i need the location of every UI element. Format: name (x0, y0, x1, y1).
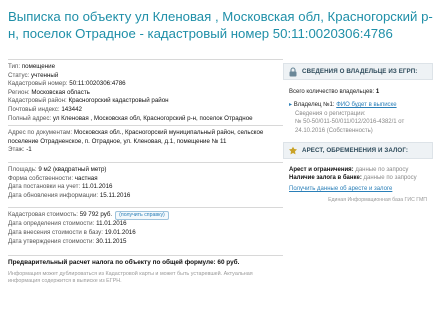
cadastral-cost-label: Кадастровая стоимость: (8, 211, 78, 219)
registration-date-label: Дата постановки на учет: (8, 183, 81, 191)
update-date-label: Дата обновления информации: (8, 191, 99, 199)
status-value: учтенный (31, 71, 59, 79)
tax-estimate-label: Предварительный расчет налога по объекту… (8, 259, 216, 267)
owner-label: Владелец №1: (293, 102, 335, 109)
divider (8, 59, 283, 60)
region-value: Московская область (31, 88, 90, 96)
cost-approval-date-value: 30.11.2015 (95, 237, 127, 245)
full-address-value: ул Кленовая , Московская обл, Красногорс… (52, 114, 253, 122)
ownership-value: частная (74, 174, 98, 182)
cost-approval-date-label: Дата утверждения стоимости: (8, 237, 95, 245)
owners-count-label: Всего количество владельцев: (289, 89, 375, 95)
arrest-value: данные по запросу (355, 167, 409, 174)
cost-insertion-date-value: 19.01.2016 (104, 228, 136, 236)
cost-determination-date-value: 11.01.2016 (96, 220, 127, 228)
postal-code-value: 143442 (61, 105, 82, 113)
arrest-label: Арест и ограничения: (289, 167, 354, 174)
arrest-panel-title: АРЕСТ, ОБРЕМЕНЕНИЯ И ЗАЛОГ: (302, 147, 409, 155)
district-label: Кадастровый район: (8, 97, 67, 105)
type-value: помещение (21, 63, 56, 70)
side-panel: СВЕДЕНИЯ О ВЛАДЕЛЬЦЕ ИЗ ЕГРП: Всего коли… (283, 63, 433, 203)
owners-panel-title: СВЕДЕНИЯ О ВЛАДЕЛЬЦЕ ИЗ ЕГРП: (302, 68, 418, 75)
cost-determination-date-label: Дата определения стоимости: (8, 220, 95, 228)
status-label: Статус: (8, 71, 30, 79)
disclaimer-note: Информация может дублироваться из Кадаст… (8, 270, 253, 284)
owners-count-value: 1 (375, 89, 380, 95)
source-footer: Единая Информационная база ГИС ГМП (328, 197, 427, 204)
cadastral-number-value: 50:11:0020306:4786 (69, 80, 126, 88)
region-label: Регион: (8, 88, 30, 96)
area-label: Площадь: (8, 165, 37, 173)
get-certificate-button[interactable]: (получить справку) (115, 211, 169, 221)
lock-icon (289, 66, 297, 76)
expand-icon[interactable]: ▸ (289, 102, 292, 108)
ownership-label: Форма собственности: (8, 174, 74, 182)
type-label: Тип: (8, 63, 21, 70)
owners-panel-header: СВЕДЕНИЯ О ВЛАДЕЛЬЦЕ ИЗ ЕГРП: (283, 63, 433, 80)
update-date-value: 15.11.2016 (99, 191, 131, 199)
emblem-icon (289, 146, 297, 154)
registration-date-value: 11.01.2016 (81, 183, 113, 191)
district-value: Красногорский кадастровый район (68, 97, 169, 105)
divider (8, 255, 283, 257)
postal-code-label: Почтовый индекс: (8, 105, 60, 113)
cost-insertion-date-label: Дата внесения стоимости в базу: (8, 228, 103, 236)
document-address-label: Адрес по документам: (8, 129, 73, 137)
get-arrest-data-link[interactable]: Получить данные об аресте и залоге (289, 185, 427, 193)
divider (8, 207, 283, 209)
area-value: 9 м2 (квадратный метр) (38, 165, 107, 173)
registration-value: № 50-50/011-50/011/012/2016-4382/1 от 24… (295, 119, 405, 134)
owner-value-link[interactable]: ФИО будет в выписке (336, 102, 396, 108)
tax-estimate-value: 60 руб. (217, 259, 240, 267)
pledge-label: Наличие залога в банке: (289, 175, 362, 182)
divider (8, 125, 283, 127)
floor-label: Этаж: (8, 146, 25, 154)
floor-value: -1 (26, 146, 32, 154)
full-address-label: Полный адрес: (8, 114, 52, 122)
page-title: Выписка по объекту ул Кленовая , Московс… (8, 9, 433, 41)
object-details: Тип: помещение Статус: учтенный Кадастро… (8, 57, 283, 285)
registration-label: Сведения о регистрации: (295, 110, 366, 117)
pledge-value: данные по запросу (363, 175, 417, 182)
arrest-panel-header: АРЕСТ, ОБРЕМЕНЕНИЯ И ЗАЛОГ: (283, 142, 433, 160)
cadastral-cost-value: 59 792 руб. (79, 211, 113, 219)
divider (8, 161, 283, 163)
cadastral-number-label: Кадастровый номер: (8, 80, 68, 88)
